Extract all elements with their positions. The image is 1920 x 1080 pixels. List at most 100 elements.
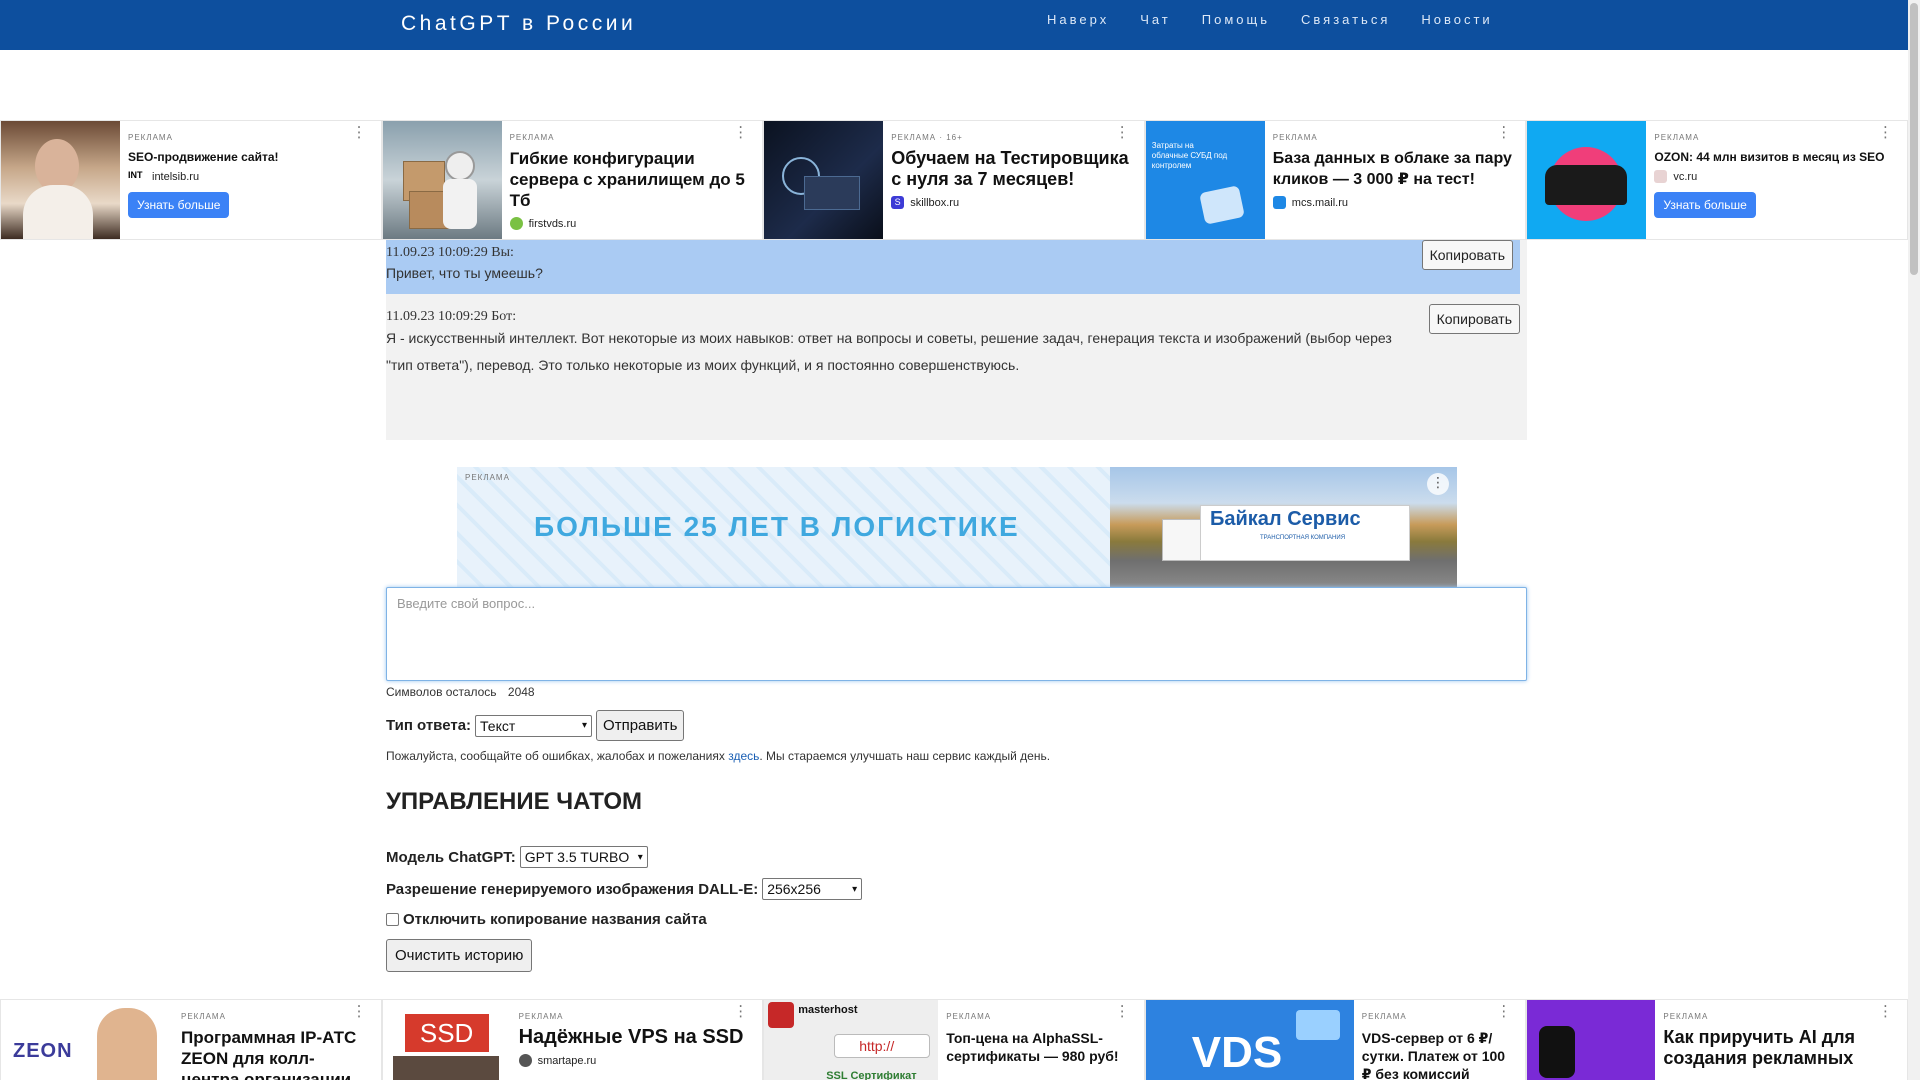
nav-link-chat[interactable]: Чат bbox=[1140, 12, 1171, 28]
vds-label: VDS bbox=[1191, 1028, 1283, 1077]
disable-copy-label[interactable]: Отключить копирование названия сайта bbox=[403, 911, 707, 928]
message-text: Привет, что ты умеешь? bbox=[386, 265, 543, 281]
ad-body: РЕКЛАМА · 16+ Обучаем на Тестировщика с … bbox=[883, 121, 1144, 239]
ad-title[interactable]: Гибкие конфигурации сервера с хранилищем… bbox=[510, 148, 755, 211]
send-button[interactable]: Отправить bbox=[596, 710, 685, 741]
ad-card[interactable]: ZEON РЕКЛАМА Программная IP-АТС ZEON для… bbox=[0, 999, 382, 1080]
model-value: GPT 3.5 TURBO bbox=[524, 849, 630, 865]
nav-link-top[interactable]: Наверх bbox=[1047, 12, 1109, 28]
more-options-icon[interactable]: ⋮ bbox=[1115, 125, 1130, 140]
ad-title[interactable]: База данных в облаке за пару кликов — 3 … bbox=[1273, 148, 1518, 190]
ad-domain[interactable]: smartape.ru bbox=[518, 1054, 755, 1067]
more-options-icon[interactable]: ⋮ bbox=[1878, 125, 1893, 140]
ad-domain[interactable]: mcs.mail.ru bbox=[1272, 196, 1518, 209]
ssl-caption: SSL Сертификат bbox=[826, 1070, 917, 1080]
response-type-label: Тип ответа: bbox=[386, 717, 472, 734]
ad-card[interactable]: masterhost http:// SSL Сертификат РЕКЛАМ… bbox=[763, 999, 1145, 1080]
ad-title[interactable]: SEO-продвижение сайта! bbox=[128, 150, 373, 164]
ad-domain[interactable]: S skillbox.ru bbox=[891, 196, 1136, 209]
ad-title[interactable]: OZON: 44 млн визитов в месяц из SEO bbox=[1654, 150, 1899, 164]
more-options-icon[interactable]: ⋮ bbox=[733, 125, 748, 140]
ad-image: VDS bbox=[1145, 1000, 1354, 1080]
ad-label: РЕКЛАМА bbox=[518, 1012, 564, 1021]
ad-label: РЕКЛАМА · 16+ bbox=[891, 133, 963, 142]
message-meta: 11.09.23 10:09:29 Бот: bbox=[386, 309, 517, 324]
more-options-icon[interactable]: ⋮ bbox=[733, 1004, 748, 1019]
ad-card[interactable]: РЕКЛАМА Как приручить AI для создания ре… bbox=[1526, 999, 1908, 1080]
truck-cab bbox=[1162, 519, 1204, 561]
intelsib-logo-icon: INT bbox=[128, 170, 143, 180]
ad-title[interactable]: Как приручить AI для создания рекламных bbox=[1663, 1027, 1899, 1069]
ad-image: SSD bbox=[382, 1000, 511, 1080]
ad-body: РЕКЛАМА SEO-продвижение сайта! INT intel… bbox=[120, 121, 381, 239]
more-options-icon[interactable]: ⋮ bbox=[1115, 1004, 1130, 1019]
ad-label: РЕКЛАМА bbox=[1361, 1012, 1407, 1021]
copy-button[interactable]: Копировать bbox=[1428, 304, 1520, 334]
ad-image bbox=[1527, 1000, 1656, 1080]
ad-domain-text: firstvds.ru bbox=[528, 217, 577, 230]
clear-history-button[interactable]: Очистить историю bbox=[386, 939, 533, 972]
more-options-icon[interactable]: ⋮ bbox=[1427, 473, 1449, 495]
ad-title[interactable]: VDS-сервер от 6 ₽/сутки. Платеж от 100 ₽… bbox=[1362, 1029, 1518, 1080]
nav-link-help[interactable]: Помощь bbox=[1202, 12, 1270, 28]
response-type-row: Тип ответа: Текст ▾ Отправить bbox=[386, 710, 685, 741]
ad-title[interactable]: Надёжные VPS на SSD bbox=[519, 1027, 755, 1048]
copy-button[interactable]: Копировать bbox=[1421, 240, 1513, 270]
ad-card[interactable]: VDS РЕКЛАМА VDS-сервер от 6 ₽/сутки. Пла… bbox=[1144, 999, 1527, 1080]
resolution-select[interactable]: 256x256 ▾ bbox=[762, 878, 863, 900]
smartape-logo-icon bbox=[518, 1054, 532, 1067]
response-type-value: Текст bbox=[480, 717, 516, 734]
ad-body: РЕКЛАМА Надёжные VPS на SSD smartape.ru bbox=[511, 1000, 763, 1080]
more-options-icon[interactable]: ⋮ bbox=[1496, 125, 1511, 140]
ad-card[interactable]: SSD РЕКЛАМА Надёжные VPS на SSD smartape… bbox=[381, 999, 764, 1080]
feedback-link[interactable]: здесь bbox=[728, 749, 759, 763]
ad-card[interactable]: РЕКЛАМА Гибкие конфигурации сервера с хр… bbox=[381, 120, 764, 240]
ad-domain[interactable]: vc.ru bbox=[1654, 170, 1899, 183]
ad-domain[interactable]: INT intelsib.ru bbox=[128, 170, 373, 183]
model-select[interactable]: GPT 3.5 TURBO ▾ bbox=[519, 846, 648, 868]
ad-title[interactable]: Программная IP-АТС ZEON для колл-центра … bbox=[181, 1027, 373, 1080]
ad-body: РЕКЛАМА OZON: 44 млн визитов в месяц из … bbox=[1646, 121, 1907, 239]
feedback-note: Пожалуйста, сообщайте об ошибках, жалоба… bbox=[386, 749, 1050, 763]
banner-truck-image: Байкал Сервис ТРАНСПОРТНАЯ КОМПАНИЯ bbox=[1110, 467, 1457, 587]
ad-title[interactable]: Обучаем на Тестировщика с нуля за 7 меся… bbox=[891, 148, 1136, 190]
ad-domain-text: smartape.ru bbox=[537, 1054, 597, 1067]
scrollbar-thumb[interactable] bbox=[1910, 3, 1918, 275]
vk-cloud-logo-icon bbox=[1272, 196, 1286, 209]
nav-link-contact[interactable]: Связаться bbox=[1301, 12, 1390, 28]
ad-card[interactable]: РЕКЛАМА · 16+ Обучаем на Тестировщика с … bbox=[763, 120, 1145, 240]
more-options-icon[interactable]: ⋮ bbox=[352, 125, 367, 140]
chevron-down-icon: ▾ bbox=[852, 883, 858, 895]
ad-card[interactable]: Затраты на облачные СУБД под контролем Р… bbox=[1144, 120, 1527, 240]
ad-label: РЕКЛАМА bbox=[1272, 133, 1318, 142]
banner-text: БОЛЬШЕ 25 ЛЕТ В ЛОГИСТИКЕ bbox=[534, 511, 1020, 542]
ad-body: РЕКЛАМА База данных в облаке за пару кли… bbox=[1265, 121, 1526, 239]
ad-image: masterhost http:// SSL Сертификат bbox=[764, 1000, 939, 1080]
ad-domain-text: intelsib.ru bbox=[152, 170, 200, 183]
response-type-select[interactable]: Текст ▾ bbox=[475, 714, 593, 737]
question-input[interactable]: Введите свой вопрос... bbox=[386, 587, 1527, 681]
brand-title[interactable]: ChatGPT в России bbox=[401, 12, 636, 36]
chat-history: 11.09.23 10:09:29 Вы: Привет, что ты уме… bbox=[386, 240, 1527, 440]
ad-domain[interactable]: firstvds.ru bbox=[509, 217, 755, 230]
disable-copy-checkbox[interactable] bbox=[386, 913, 399, 926]
more-options-icon[interactable]: ⋮ bbox=[352, 1004, 367, 1019]
ad-card[interactable]: РЕКЛАМА OZON: 44 млн визитов в месяц из … bbox=[1526, 120, 1908, 240]
ad-body: РЕКЛАМА Топ-цена на AlphaSSL-сертификаты… bbox=[938, 1000, 1144, 1080]
learn-more-button[interactable]: Узнать больше bbox=[1654, 192, 1756, 218]
learn-more-button[interactable]: Узнать больше bbox=[128, 192, 230, 218]
resolution-row: Разрешение генерируемого изображения DAL… bbox=[386, 878, 863, 900]
ad-image: Затраты на облачные СУБД под контролем bbox=[1145, 121, 1265, 239]
more-options-icon[interactable]: ⋮ bbox=[1878, 1004, 1893, 1019]
banner-ad[interactable]: РЕКЛАМА БОЛЬШЕ 25 ЛЕТ В ЛОГИСТИКЕ Байкал… bbox=[457, 467, 1457, 587]
ssd-label: SSD bbox=[404, 1014, 489, 1052]
message-meta: 11.09.23 10:09:29 Вы: bbox=[386, 245, 514, 260]
ad-title[interactable]: Топ-цена на AlphaSSL-сертификаты — 980 р… bbox=[946, 1029, 1136, 1065]
char-counter-label: Символов осталось bbox=[386, 685, 497, 699]
nav-link-news[interactable]: Новости bbox=[1421, 12, 1492, 28]
more-options-icon[interactable]: ⋮ bbox=[1496, 1004, 1511, 1019]
page-scrollbar[interactable] bbox=[1908, 0, 1920, 1080]
top-ad-row: РЕКЛАМА SEO-продвижение сайта! INT intel… bbox=[0, 120, 1908, 240]
ad-image-text: Затраты на облачные СУБД под контролем bbox=[1151, 141, 1228, 170]
ad-card[interactable]: РЕКЛАМА SEO-продвижение сайта! INT intel… bbox=[0, 120, 382, 240]
